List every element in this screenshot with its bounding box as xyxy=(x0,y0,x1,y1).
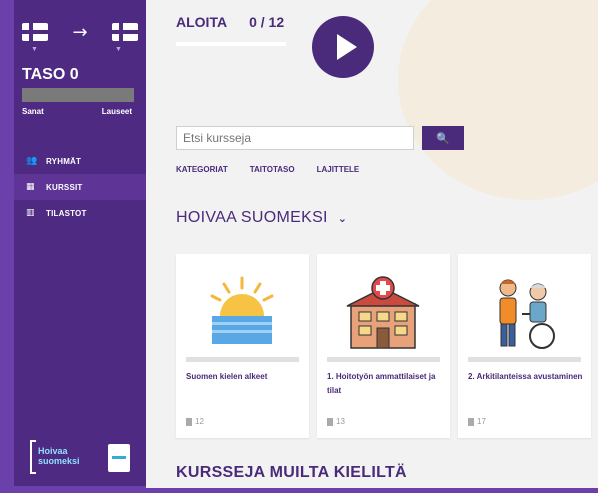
logo-bracket xyxy=(30,440,36,474)
play-button[interactable] xyxy=(312,16,374,78)
words-label: Sanat xyxy=(22,107,44,116)
course-card[interactable]: Suomen kielen alkeet 12 xyxy=(176,254,309,438)
chevron-down-icon[interactable]: ▼ xyxy=(31,46,38,53)
course-card[interactable]: 1. Hoitotyön ammattilaiset ja tilat 13 xyxy=(317,254,450,438)
course-count: 13 xyxy=(327,417,345,426)
sentences-label: Lauseet xyxy=(101,107,132,116)
group-icon: 👥 xyxy=(26,156,38,166)
language-switcher[interactable]: → xyxy=(22,18,138,46)
finnish-flag-icon[interactable] xyxy=(112,23,138,41)
sidebar-nav: 👥 RYHMÄT ▦ KURSSIT ▥ TILASTOT xyxy=(14,148,146,226)
book-icon xyxy=(186,417,192,426)
chevron-down-icon[interactable]: ▼ xyxy=(115,46,122,53)
sidebar-item-ryhmat[interactable]: 👥 RYHMÄT xyxy=(14,148,146,174)
filter-categories[interactable]: KATEGORIAT xyxy=(176,165,228,174)
course-progress-bar xyxy=(186,357,299,362)
course-progress-bar xyxy=(468,357,581,362)
course-count: 12 xyxy=(186,417,204,426)
search-input[interactable] xyxy=(176,126,414,150)
search-button[interactable]: 🔍 xyxy=(422,126,464,150)
filter-bar: KATEGORIAT TAITOTASO LAJITTELE xyxy=(176,165,359,174)
sidebar-item-kurssit[interactable]: ▦ KURSSIT xyxy=(14,174,146,200)
section-title-text: HOIVAA SUOMEKSI xyxy=(176,209,328,226)
start-label: ALOITA xyxy=(176,14,228,30)
filter-skill-level[interactable]: TAITOTASO xyxy=(250,165,295,174)
book-icon xyxy=(108,444,130,472)
arrow-right-icon: → xyxy=(72,21,88,43)
sidebar-item-label: TILASTOT xyxy=(46,208,87,218)
course-progress-bar xyxy=(327,357,440,362)
search-icon: 🔍 xyxy=(436,131,450,145)
sidebar-item-tilastot[interactable]: ▥ TILASTOT xyxy=(14,200,146,226)
sidebar-item-label: RYHMÄT xyxy=(46,156,82,166)
course-count: 17 xyxy=(468,417,486,426)
course-title: Suomen kielen alkeet xyxy=(186,372,268,381)
start-header: ALOITA 0 / 12 xyxy=(176,14,284,30)
main-content: ALOITA 0 / 12 🔍 KATEGORIAT TAITOTASO LAJ… xyxy=(146,0,598,488)
progress-labels: Sanat Lauseet xyxy=(22,107,132,116)
sidebar-item-label: KURSSIT xyxy=(46,182,83,192)
book-icon xyxy=(327,417,333,426)
hoivaa-suomeksi-logo[interactable]: Hoivaa suomeksi xyxy=(30,440,130,474)
level-progress-bar xyxy=(22,88,134,102)
hospital-icon xyxy=(346,276,420,349)
sidebar: → ▼ ▼ TASO 0 Sanat Lauseet 👥 RYHMÄT ▦ KU… xyxy=(14,0,146,486)
stats-icon: ▥ xyxy=(26,208,35,218)
start-progress: 0 / 12 xyxy=(249,14,285,30)
start-progress-bar xyxy=(176,42,286,46)
book-icon xyxy=(468,417,474,426)
background-decoration xyxy=(398,0,598,200)
level-label: TASO 0 xyxy=(22,66,79,83)
course-title: 1. Hoitotyön ammattilaiset ja tilat xyxy=(327,372,436,395)
other-languages-title: KURSSEJA MUILTA KIELILTÄ xyxy=(176,464,407,481)
caregiver-wheelchair-icon xyxy=(499,279,555,349)
course-cards: Suomen kielen alkeet 12 1. Hoitotyön amm… xyxy=(176,254,591,438)
filter-sort[interactable]: LAJITTELE xyxy=(317,165,360,174)
courses-icon: ▦ xyxy=(26,182,35,192)
course-card[interactable]: 2. Arkitilanteissa avustaminen 17 xyxy=(458,254,591,438)
chevron-down-icon[interactable]: ⌄ xyxy=(338,212,348,225)
section-title[interactable]: HOIVAA SUOMEKSI ⌄ xyxy=(176,209,347,227)
course-title: 2. Arkitilanteissa avustaminen xyxy=(468,372,583,381)
logo-text: Hoivaa suomeksi xyxy=(38,446,80,466)
sunrise-icon xyxy=(210,276,274,344)
finnish-flag-icon[interactable] xyxy=(22,23,48,41)
